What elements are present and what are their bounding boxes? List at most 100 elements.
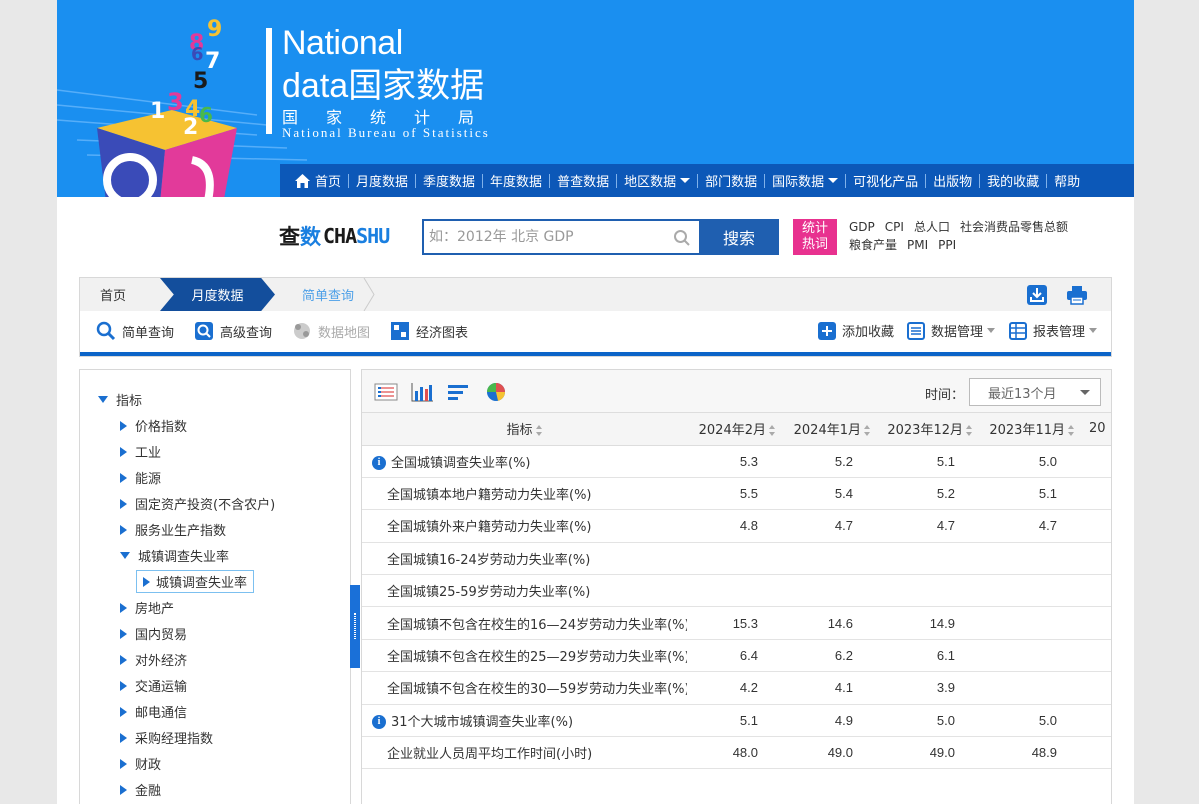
row-indicator[interactable]: 全国城镇外来户籍劳动力失业率(%) [362,509,687,543]
cell-value: 14.6 [782,606,877,640]
nav-census[interactable]: 普查数据 [550,171,616,190]
hot-word-link[interactable]: 总人口 [914,220,950,234]
row-label: 全国城镇不包含在校生的25—29岁劳动力失业率(%) [387,650,687,666]
column-header-indicator[interactable]: 指标 [362,413,687,446]
column-header-period[interactable]: 2024年2月 [687,413,782,446]
nav-visualization[interactable]: 可视化产品 [846,171,925,190]
row-indicator[interactable]: 全国城镇不包含在校生的30—59岁劳动力失业率(%) [362,671,687,705]
hot-word-link[interactable]: 社会消费品零售总额 [960,220,1068,234]
download-icon[interactable] [1026,284,1048,306]
tree-item[interactable]: 工业 [120,442,161,461]
data-manage-button[interactable]: 数据管理 [907,321,996,340]
panel-splitter-handle[interactable] [350,585,360,668]
cell-value: 6.1 [877,639,979,673]
cell-value: 5.1 [687,704,782,738]
tree-item[interactable]: 邮电通信 [120,702,187,721]
tree-item[interactable]: 财政 [120,754,161,773]
cell-value: 6.2 [782,639,877,673]
table-row: 全国城镇不包含在校生的16—24岁劳动力失业率(%) 15.3 14.6 14.… [362,606,1111,640]
tree-item[interactable]: 固定资产投资(不含农户) [120,494,275,513]
tree-item[interactable]: 交通运输 [120,676,187,695]
caret-right-icon [120,654,127,665]
time-range-select[interactable]: 最近13个月 [969,378,1101,406]
breadcrumb-home[interactable]: 首页 [100,278,126,311]
bar-chart-icon[interactable] [410,382,434,402]
time-label: 时间： [925,388,965,403]
simple-query-button[interactable]: 简单查询 [96,321,174,341]
row-indicator[interactable]: 全国城镇本地户籍劳动力失业率(%) [362,477,687,511]
cell-value: 49.0 [782,736,877,770]
search-button[interactable]: 搜索 [699,219,779,255]
table-row: 全国城镇外来户籍劳动力失业率(%) 4.8 4.7 4.7 4.7 [362,509,1111,543]
row-indicator[interactable]: 全国城镇16-24岁劳动力失业率(%) [362,542,687,576]
nav-regional[interactable]: 地区数据 [617,171,697,190]
nav-favorites[interactable]: 我的收藏 [980,171,1046,190]
print-icon[interactable] [1066,284,1088,306]
hot-word-link[interactable]: PMI [907,238,928,252]
row-indicator[interactable]: 全国城镇不包含在校生的16—24岁劳动力失业率(%) [362,606,687,640]
info-icon[interactable]: i [372,456,386,471]
data-map-button[interactable]: 数据地图 [292,321,370,341]
nav-international[interactable]: 国际数据 [765,171,845,190]
tree-item[interactable]: 国内贸易 [120,624,187,643]
tree-root[interactable]: 指标 [98,390,142,409]
report-manage-button[interactable]: 报表管理 [1009,321,1098,340]
row-label: 31个大城市城镇调查失业率(%) [391,714,574,730]
tree-item-label: 国内贸易 [135,628,188,643]
tree-item-label: 房地产 [135,602,175,617]
pie-chart-icon[interactable] [484,382,508,402]
sorted-bars-icon[interactable] [446,382,470,402]
column-header-period[interactable]: 2024年1月 [782,413,877,446]
nav-help[interactable]: 帮助 [1047,171,1087,190]
column-header-period[interactable]: 2023年11月 [979,413,1081,446]
sort-icon [769,425,776,437]
tree-item-label: 能源 [135,472,162,487]
cell-value [979,639,1081,673]
search-input[interactable] [424,221,664,253]
table-view-icon[interactable] [374,382,398,402]
cube-digit: 2 [183,115,198,140]
nav-home[interactable]: 首页 [288,171,348,190]
tree-item[interactable]: 服务业生产指数 [120,520,226,539]
nav-label: 月度数据 [356,175,409,190]
tree-item-selected[interactable]: 城镇调查失业率 [136,570,255,593]
caret-down-icon [98,396,108,403]
row-indicator[interactable]: 企业就业人员周平均工作时间(小时) [362,736,687,770]
hot-word-link[interactable]: PPI [938,238,956,252]
grip-icon [354,613,356,639]
breadcrumb-monthly[interactable]: 月度数据 [160,278,275,311]
econ-chart-button[interactable]: 经济图表 [390,321,468,341]
hot-word-link[interactable]: 粮食产量 [849,238,897,252]
hot-word-link[interactable]: GDP [849,220,875,234]
cell-value [979,574,1081,608]
nav-department[interactable]: 部门数据 [698,171,764,190]
row-indicator[interactable]: 全国城镇不包含在校生的25—29岁劳动力失业率(%) [362,639,687,673]
nav-quarterly[interactable]: 季度数据 [416,171,482,190]
nav-monthly[interactable]: 月度数据 [349,171,415,190]
nav-annual[interactable]: 年度数据 [483,171,549,190]
hot-word-link[interactable]: CPI [885,220,904,234]
info-icon[interactable]: i [372,715,386,730]
top-nav: 首页 月度数据 季度数据 年度数据 普查数据 地区数据 部门数据 国际数据 可视… [280,164,1134,197]
search-icon[interactable] [673,229,691,247]
tree-item[interactable]: 房地产 [120,598,174,617]
table-row: i 全国城镇调查失业率(%) 5.3 5.2 5.1 5.0 [362,445,1111,478]
tree-item-expanded[interactable]: 城镇调查失业率 [120,546,229,565]
advanced-query-button[interactable]: 高级查询 [194,321,272,341]
column-header-period[interactable]: 20 [1081,413,1111,446]
tree-item[interactable]: 采购经理指数 [120,728,213,747]
tree-item[interactable]: 金融 [120,780,161,799]
row-indicator[interactable]: 全国城镇25-59岁劳动力失业率(%) [362,574,687,608]
nav-publications[interactable]: 出版物 [926,171,979,190]
tree-item[interactable]: 价格指数 [120,416,187,435]
tree-item[interactable]: 对外经济 [120,650,187,669]
row-indicator[interactable]: i 31个大城市城镇调查失业率(%) [362,704,687,738]
tree-item-label: 城镇调查失业率 [138,550,230,565]
cell-value: 6.4 [687,639,782,673]
tree-item[interactable]: 能源 [120,468,161,487]
add-favorite-button[interactable]: 添加收藏 [818,321,894,340]
column-header-period[interactable]: 2023年12月 [877,413,979,446]
search-row: 查 数 CHA SHU 搜索 统计 热词 GDP CPI 总人口社会消费品零售总额 … [57,210,1134,260]
row-indicator[interactable]: i 全国城镇调查失业率(%) [362,445,687,478]
caret-right-icon [120,602,127,613]
